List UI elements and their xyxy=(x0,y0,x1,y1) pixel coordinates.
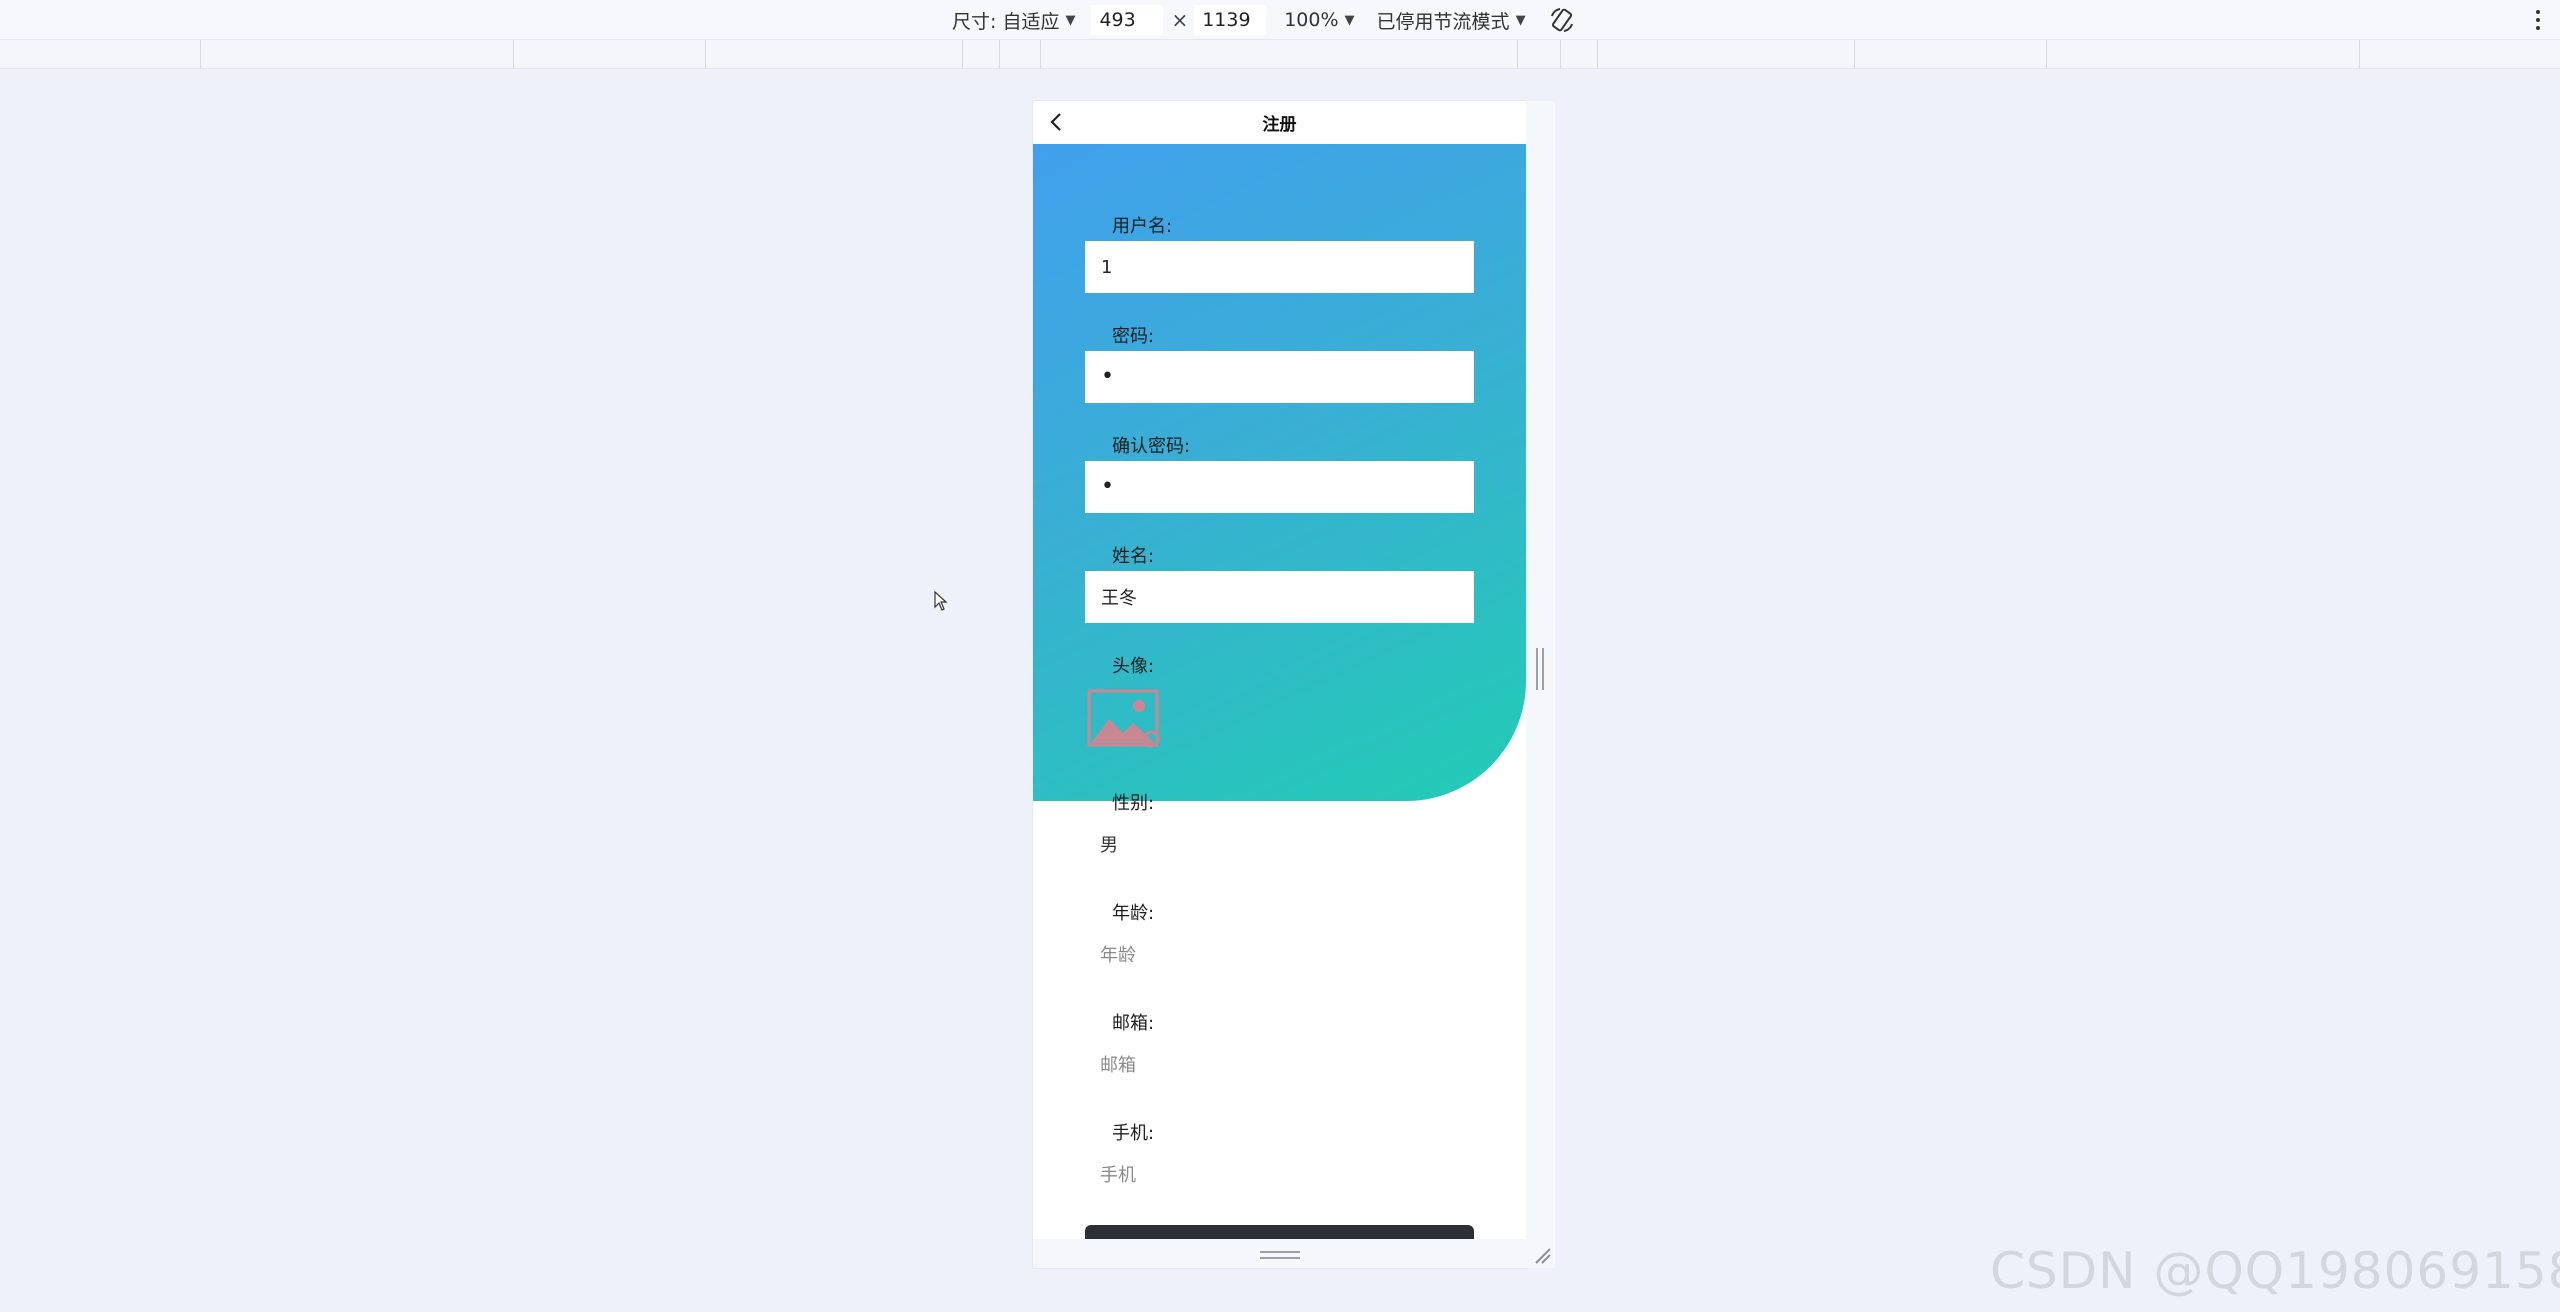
resize-handle-bottom[interactable] xyxy=(1260,1251,1300,1259)
caret-down-icon: ▼ xyxy=(1515,12,1526,28)
confirm-password-mask: • xyxy=(1101,474,1114,499)
phone-label: 手机: xyxy=(1112,1123,1155,1144)
device-viewport: 注册 用户名: 密码: • 确认密码: • 姓名: 头像: 性别: 男 年龄: … xyxy=(1033,101,1526,1268)
throttle-label: 已停用节流模式 xyxy=(1376,10,1510,33)
gender-label: 性别: xyxy=(1112,793,1155,814)
zoom-label: 100% xyxy=(1284,9,1339,31)
avatar-label: 头像: xyxy=(1112,656,1155,677)
age-label: 年龄: xyxy=(1112,903,1155,924)
caret-down-icon: ▼ xyxy=(1344,12,1355,28)
width-input[interactable] xyxy=(1091,5,1164,35)
username-label: 用户名: xyxy=(1112,216,1173,237)
resize-handle-right[interactable] xyxy=(1536,648,1544,690)
device-toolbar-controls: 尺寸: 自适应 ▼ × 100% ▼ 已停用节流模式 ▼ xyxy=(952,0,1576,40)
confirm-password-input[interactable]: • xyxy=(1085,461,1474,513)
confirm-password-label: 确认密码: xyxy=(1112,436,1191,457)
name-input[interactable] xyxy=(1085,571,1474,623)
height-input[interactable] xyxy=(1194,5,1267,35)
username-input[interactable] xyxy=(1085,241,1474,293)
device-toolbar: 尺寸: 自适应 ▼ × 100% ▼ 已停用节流模式 ▼ xyxy=(0,0,2560,40)
gender-select[interactable]: 男 xyxy=(1100,831,1118,857)
caret-down-icon: ▼ xyxy=(1065,12,1076,28)
password-label: 密码: xyxy=(1112,326,1155,347)
email-input[interactable]: 邮箱 xyxy=(1100,1051,1136,1077)
mouse-cursor-icon xyxy=(934,591,948,611)
times-sign: × xyxy=(1171,8,1189,32)
page-title: 注册 xyxy=(1262,115,1297,135)
zoom-dropdown[interactable]: 100% ▼ xyxy=(1284,9,1354,31)
phone-input[interactable]: 手机 xyxy=(1100,1161,1136,1187)
email-label: 邮箱: xyxy=(1112,1013,1155,1034)
image-placeholder-icon[interactable] xyxy=(1087,689,1161,749)
watermark: CSDN @QQ1980691580 xyxy=(1990,1242,2560,1300)
name-label: 姓名: xyxy=(1112,546,1155,567)
dimensions-dropdown[interactable]: 尺寸: 自适应 ▼ xyxy=(952,7,1075,34)
password-input[interactable]: • xyxy=(1085,351,1474,403)
back-chevron-icon[interactable] xyxy=(1047,111,1067,133)
media-query-bar[interactable] xyxy=(0,40,2560,69)
resize-corner-icon[interactable] xyxy=(1532,1245,1552,1265)
rotate-icon[interactable] xyxy=(1548,6,1576,34)
password-mask: • xyxy=(1101,364,1114,389)
age-input[interactable]: 年龄 xyxy=(1100,941,1136,967)
more-vert-icon[interactable] xyxy=(2530,6,2546,34)
dimensions-label: 尺寸: 自适应 xyxy=(952,10,1060,33)
nav-bar: 注册 xyxy=(1033,101,1526,144)
throttle-dropdown[interactable]: 已停用节流模式 ▼ xyxy=(1377,7,1526,34)
